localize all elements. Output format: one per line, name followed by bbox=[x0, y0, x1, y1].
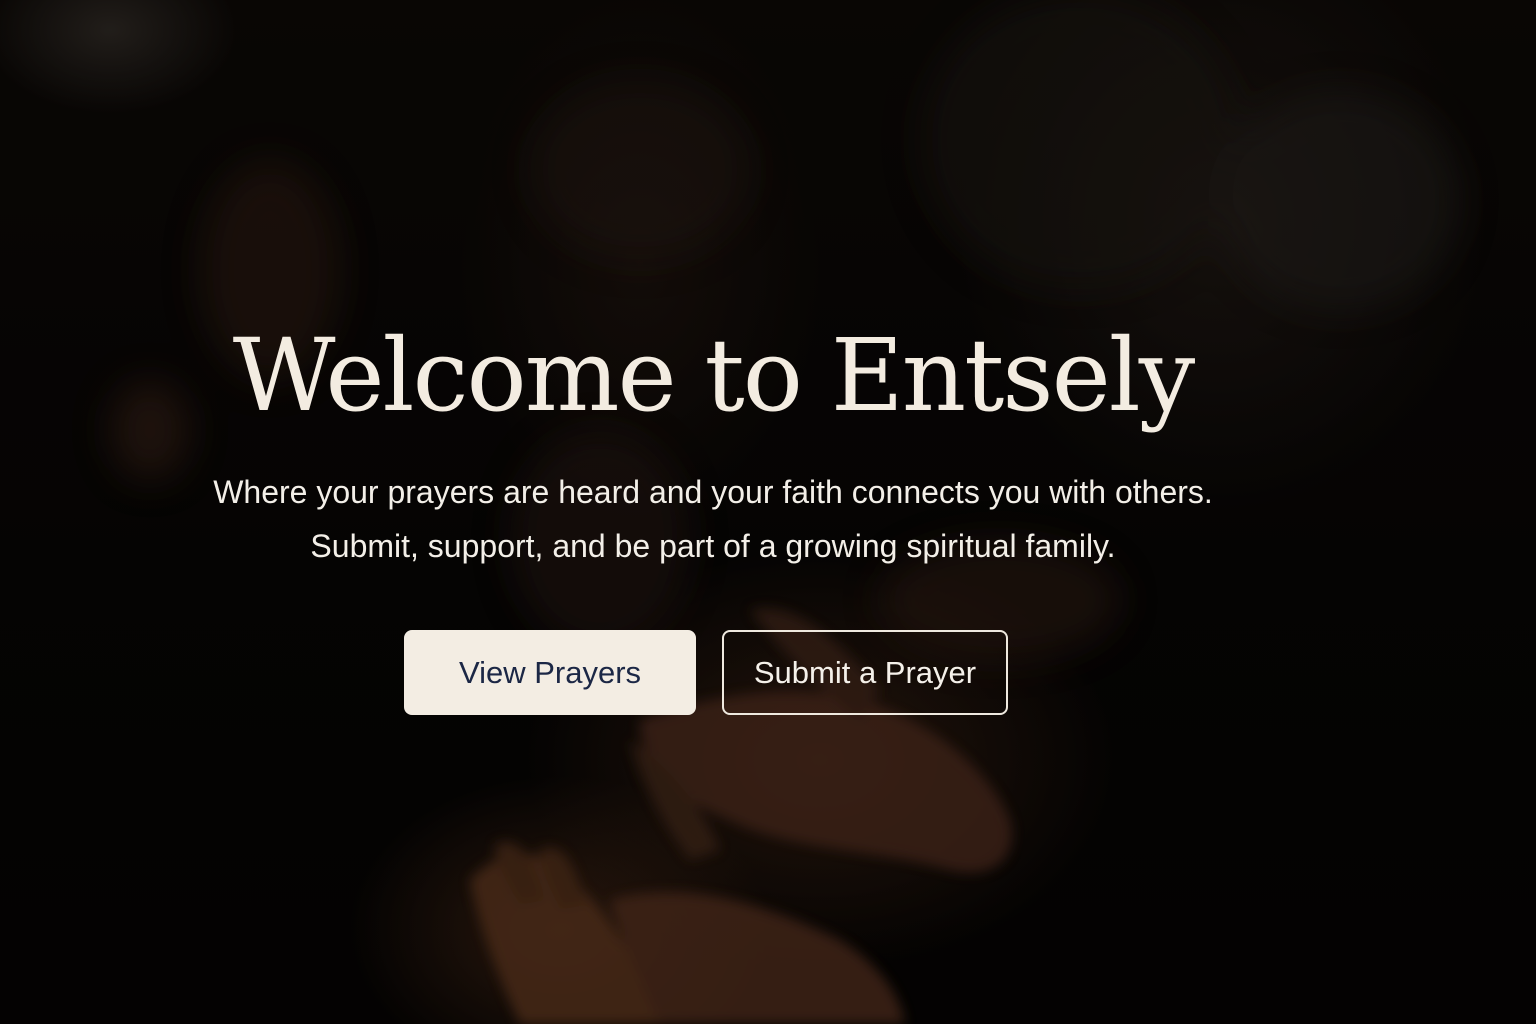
hero-content: Welcome to Entsely Where your prayers ar… bbox=[0, 0, 1426, 1024]
submit-prayer-label: Submit a Prayer bbox=[753, 654, 977, 690]
submit-prayer-button[interactable]: Submit a Prayer bbox=[722, 630, 1008, 715]
view-prayers-label: View Prayers bbox=[458, 654, 642, 690]
hero-subtitle-line-2: Submit, support, and be part of a growin… bbox=[310, 528, 1116, 564]
hero-section: Welcome to Entsely Where your prayers ar… bbox=[0, 0, 1536, 1024]
hero-subtitle-line-1: Where your prayers are heard and your fa… bbox=[213, 474, 1213, 510]
view-prayers-button[interactable]: View Prayers bbox=[404, 630, 696, 715]
page-title: Welcome to Entsely bbox=[232, 317, 1196, 434]
